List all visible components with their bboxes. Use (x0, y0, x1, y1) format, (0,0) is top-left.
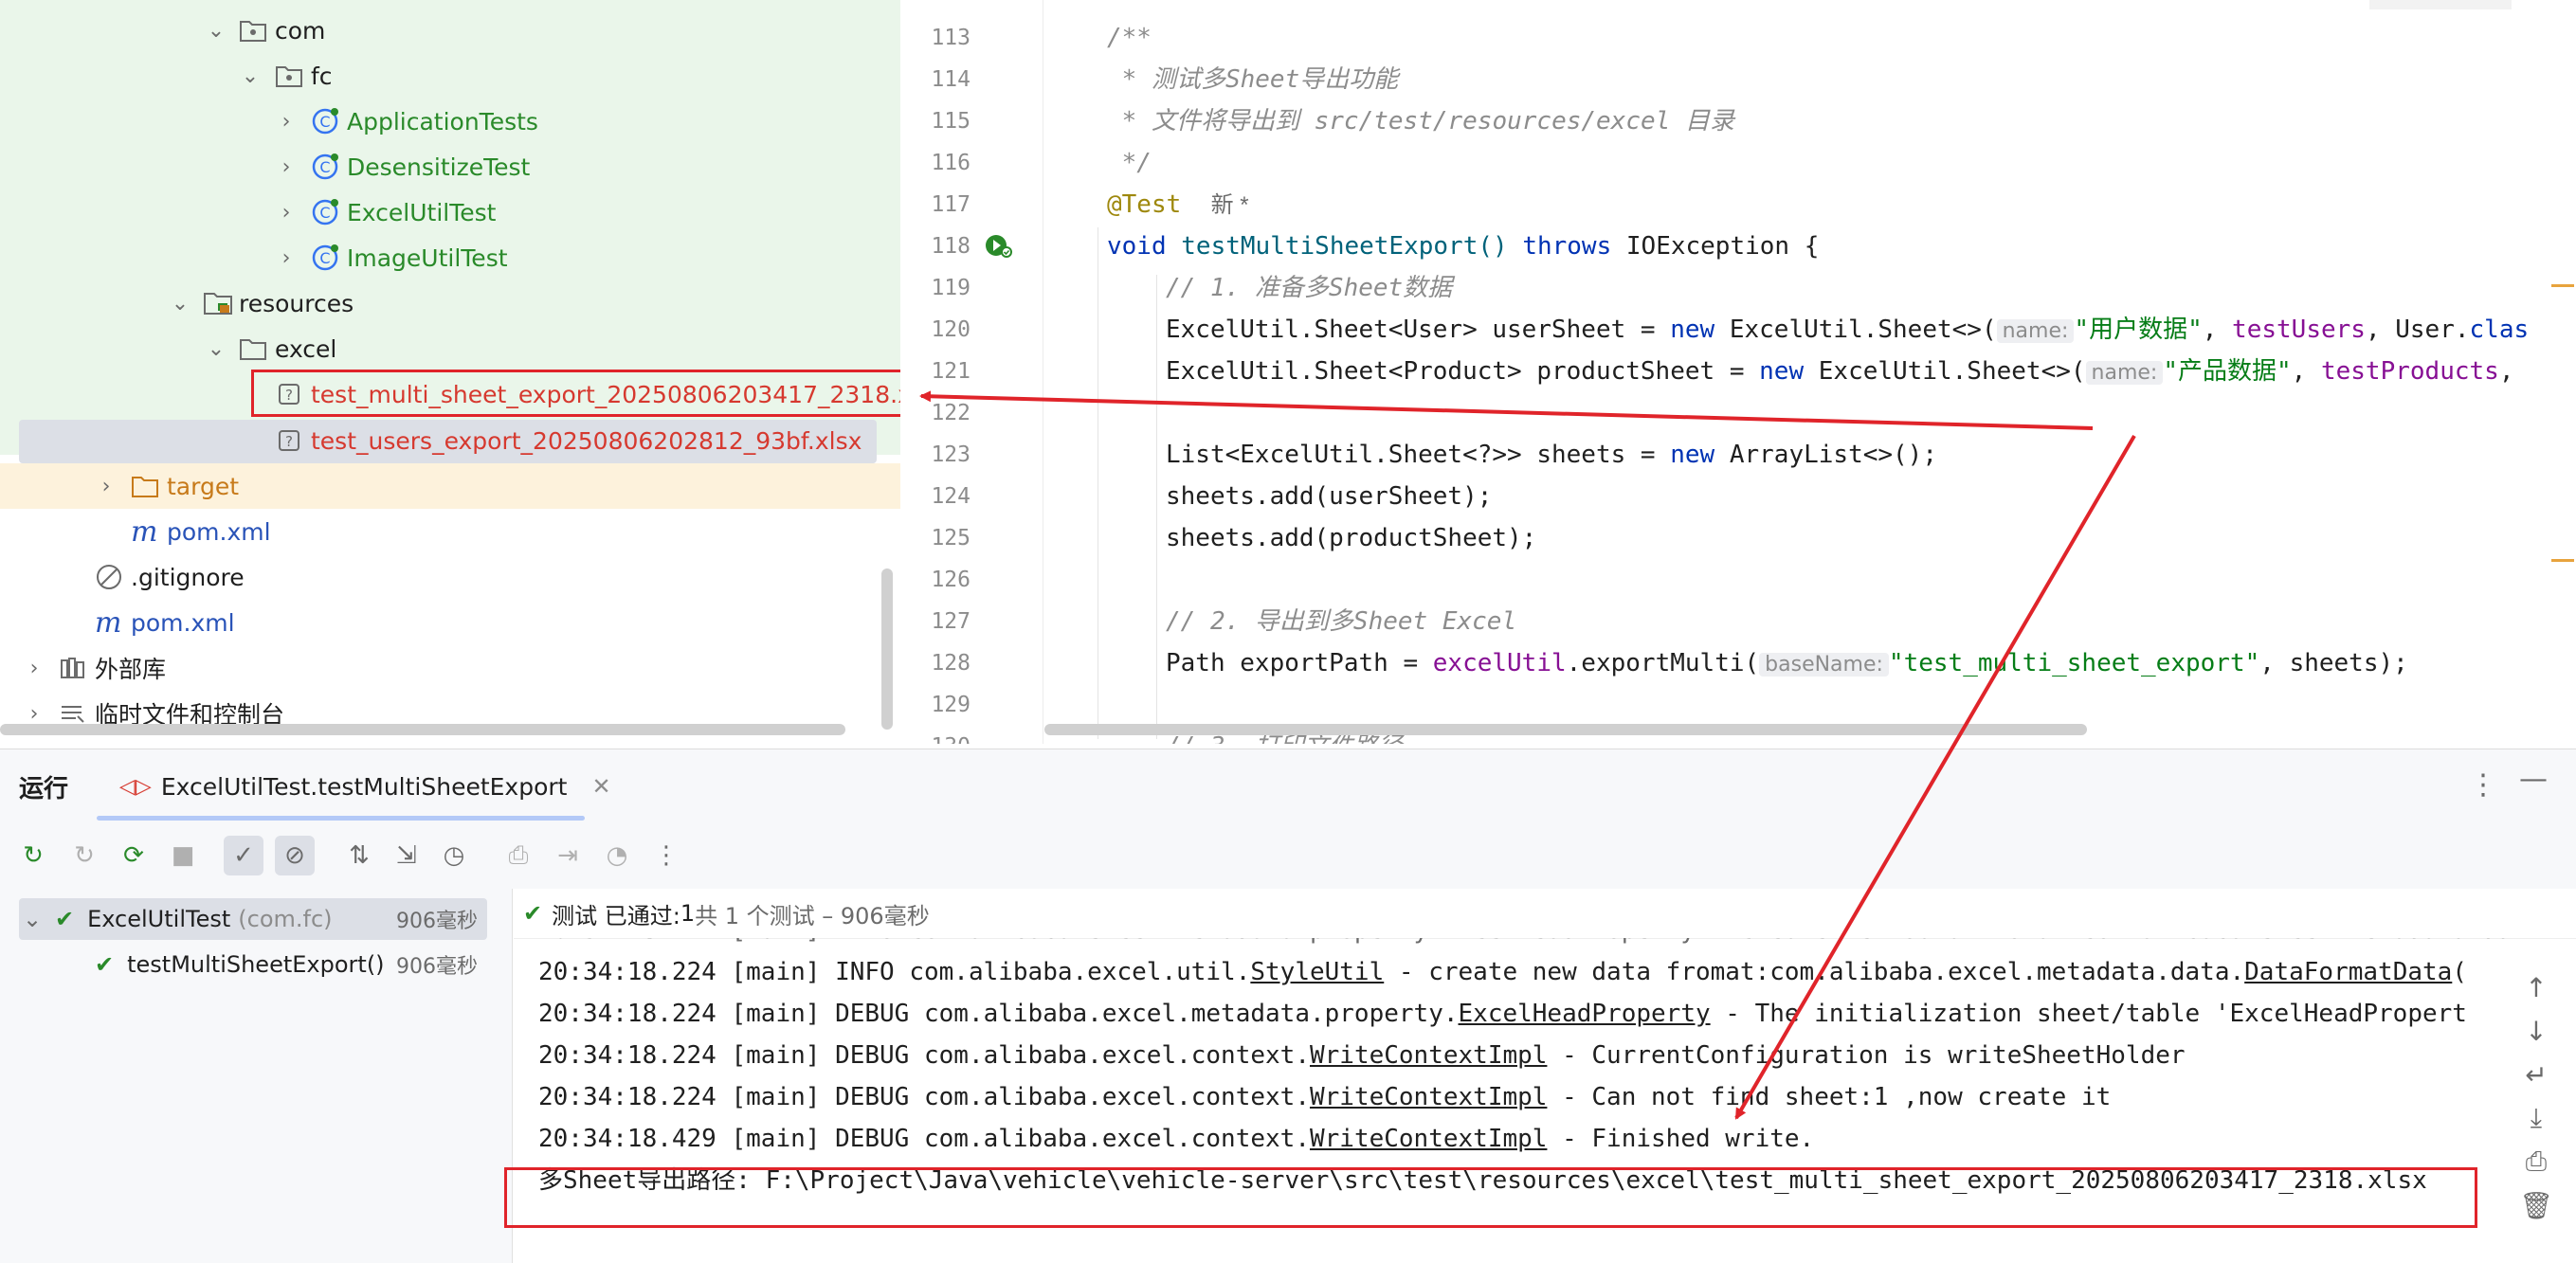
annotation-arrows (919, 390, 2136, 1120)
arrow-to-export-path (1734, 434, 2136, 1120)
arrow-to-tree-file (919, 390, 2094, 430)
